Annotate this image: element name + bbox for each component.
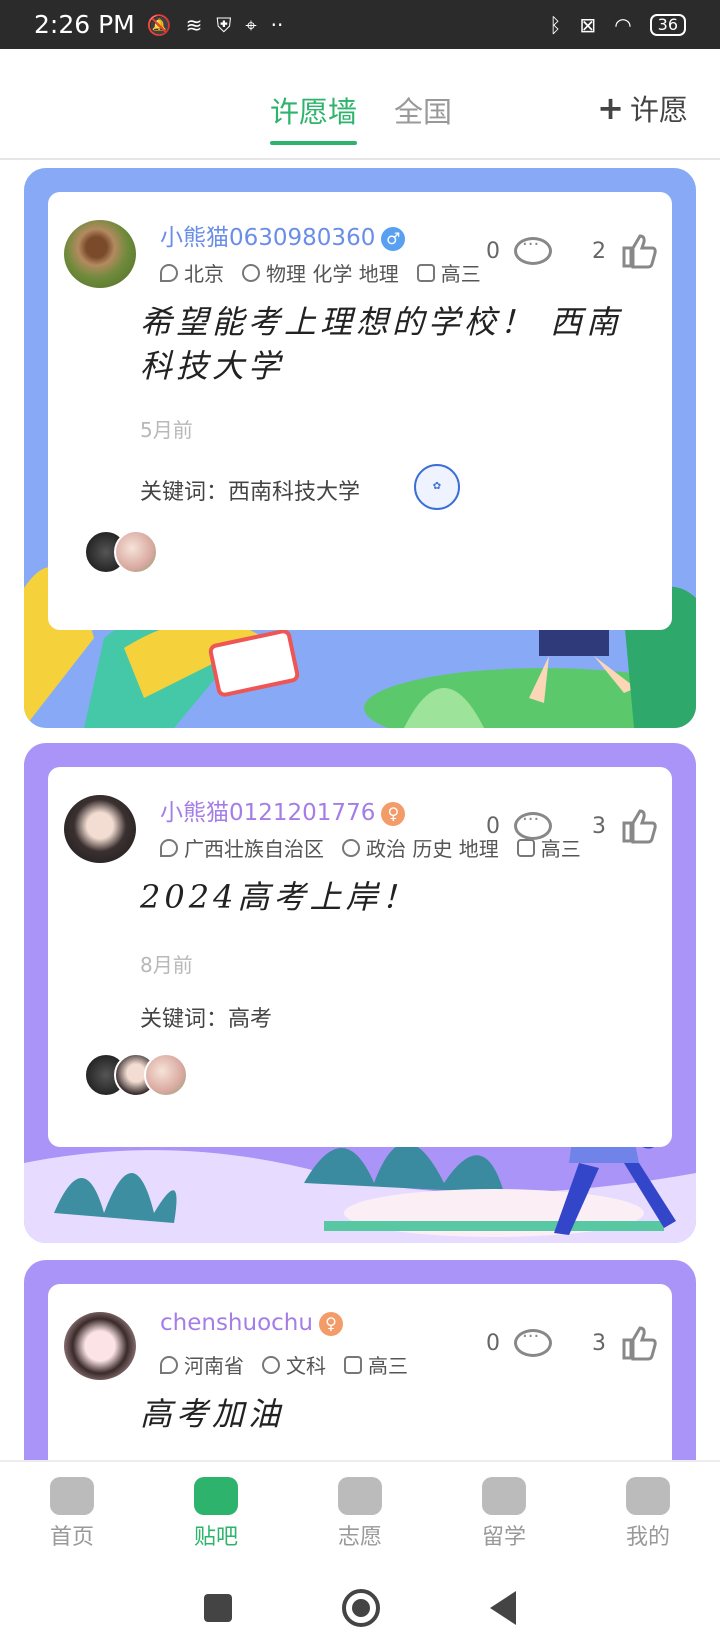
wish-feed[interactable]: 小熊猫0630980360♂ 北京 物理 化学 地理 高三 0 2 希望能考上理… — [0, 160, 720, 1460]
like-count: 2 — [592, 238, 606, 264]
tab-national[interactable]: 全国 — [394, 89, 452, 131]
post-time: 5月前 — [140, 418, 193, 442]
username[interactable]: 小熊猫0630980360 ♂ — [160, 218, 406, 252]
status-bar: 2:26 PM 🔕 ≋ ⛨ ⌖ ·· ᛒ ⊠ ◠ 36 — [0, 0, 720, 49]
comment-count: 0 — [486, 813, 500, 839]
wish-card[interactable]: chenshuochu♀ 河南省 文科 高三 0 3 高考加油 — [24, 1260, 696, 1460]
sim-icon: ⊠ — [579, 12, 597, 37]
comment-icon[interactable] — [514, 1326, 552, 1357]
user-avatar[interactable] — [64, 1312, 136, 1380]
panda-home-icon — [50, 1477, 94, 1515]
liker-avatars[interactable] — [84, 1053, 188, 1097]
like-count: 3 — [592, 1330, 606, 1356]
post-stats: 0 2 — [486, 232, 658, 270]
grade-tag: 高三 — [416, 258, 481, 287]
subjects-icon — [262, 1355, 280, 1374]
wish-card[interactable]: 小熊猫0121201776♀ 广西壮族自治区 政治 历史 地理 高三 0 3 2… — [24, 743, 696, 1243]
user-meta: 河南省 文科 高三 — [160, 1350, 408, 1379]
id-card-icon — [344, 1355, 362, 1374]
wish-message: 高考加油 — [140, 1395, 285, 1433]
shield-icon: ⛨ — [216, 12, 232, 37]
tab-volunteer[interactable]: 志愿 — [288, 1462, 432, 1566]
more-dots-icon: ·· — [270, 12, 284, 37]
school-logo-icon: ✿ — [414, 464, 460, 510]
location-tag: 广西壮族自治区 — [160, 833, 324, 862]
wish-card-body: 小熊猫0630980360♂ 北京 物理 化学 地理 高三 0 2 希望能考上理… — [48, 192, 672, 630]
post-stats: 0 3 — [486, 807, 658, 845]
gender-male-icon: ♂ — [381, 226, 406, 251]
location-icon: ⌖ — [245, 12, 257, 37]
battery-icon: 36 — [649, 13, 686, 36]
plus-icon: + — [597, 89, 624, 127]
tab-study-abroad[interactable]: 留学 — [432, 1462, 576, 1566]
location-tag: 北京 — [160, 258, 224, 287]
wish-card[interactable]: 小熊猫0630980360♂ 北京 物理 化学 地理 高三 0 2 希望能考上理… — [24, 168, 696, 728]
wish-message: 希望能考上理想的学校！ 西南科技大学 — [140, 303, 623, 385]
user-avatar[interactable] — [64, 220, 136, 288]
subjects-tag: 政治 历史 地理 — [342, 833, 499, 862]
comment-count: 0 — [486, 1330, 500, 1356]
like-thumb-icon[interactable] — [620, 1324, 658, 1362]
home-button[interactable] — [342, 1589, 380, 1627]
subjects-tag: 文科 — [262, 1350, 326, 1379]
comment-icon[interactable] — [514, 234, 552, 265]
location-icon — [160, 1355, 178, 1374]
post-time: 8月前 — [140, 953, 193, 977]
subjects-icon — [342, 838, 360, 857]
status-icons: 🔕 ≋ ⛨ ⌖ ·· — [147, 13, 284, 37]
post-stats: 0 3 — [486, 1324, 658, 1362]
tab-forum[interactable]: 贴吧 — [144, 1462, 288, 1566]
top-header: 许愿墙 全国 + 许愿 — [0, 49, 720, 160]
post-keyword: 关键词：高考 — [140, 1007, 273, 1032]
subjects-tag: 物理 化学 地理 — [242, 258, 399, 287]
book-icon — [482, 1477, 526, 1515]
wish-card-body: 小熊猫0121201776♀ 广西壮族自治区 政治 历史 地理 高三 0 3 2… — [48, 767, 672, 1147]
user-avatar[interactable] — [64, 795, 136, 863]
username[interactable]: 小熊猫0121201776 ♀ — [160, 793, 406, 827]
location-icon — [160, 838, 178, 857]
person-icon — [626, 1477, 670, 1515]
comment-icon[interactable] — [514, 809, 552, 840]
layers-icon: ≋ — [185, 12, 203, 37]
recents-button[interactable] — [204, 1594, 232, 1622]
like-count: 3 — [592, 813, 606, 839]
tab-mine[interactable]: 我的 — [576, 1462, 720, 1566]
back-button[interactable] — [490, 1591, 516, 1625]
system-nav-bar — [0, 1566, 720, 1650]
liker-avatar — [114, 530, 158, 574]
user-meta: 北京 物理 化学 地理 高三 — [160, 258, 481, 287]
like-thumb-icon[interactable] — [620, 232, 658, 270]
wish-message: 2024高考上岸！ — [140, 878, 418, 916]
comment-count: 0 — [486, 238, 500, 264]
wish-card-body: chenshuochu♀ 河南省 文科 高三 0 3 高考加油 — [48, 1284, 672, 1460]
grade-tag: 高三 — [344, 1350, 408, 1379]
mute-icon: 🔕 — [146, 12, 172, 37]
make-wish-label: 许愿 — [629, 93, 688, 127]
subjects-icon — [242, 263, 260, 282]
post-keyword: 关键词：西南科技大学 — [140, 480, 361, 505]
gender-female-icon: ♀ — [318, 1311, 343, 1336]
gender-female-icon: ♀ — [381, 801, 406, 826]
tab-wish-wall[interactable]: 许愿墙 — [270, 89, 358, 145]
bluetooth-icon: ᛒ — [549, 12, 562, 37]
liker-avatar — [144, 1053, 188, 1097]
status-time: 2:26 PM — [34, 10, 135, 39]
make-wish-button[interactable]: + 许愿 — [597, 87, 688, 129]
location-icon — [160, 263, 178, 282]
id-card-icon — [416, 263, 435, 282]
like-thumb-icon[interactable] — [620, 807, 658, 845]
graduation-cap-icon — [338, 1477, 382, 1515]
tab-home[interactable]: 首页 — [0, 1462, 144, 1566]
liker-avatars[interactable] — [84, 530, 158, 574]
chat-bubble-icon — [194, 1477, 238, 1515]
bottom-tab-bar: 首页 贴吧 志愿 留学 我的 — [0, 1460, 720, 1566]
username[interactable]: chenshuochu ♀ — [160, 1310, 343, 1336]
location-tag: 河南省 — [160, 1350, 244, 1379]
wifi-icon: ◠ — [614, 12, 632, 37]
